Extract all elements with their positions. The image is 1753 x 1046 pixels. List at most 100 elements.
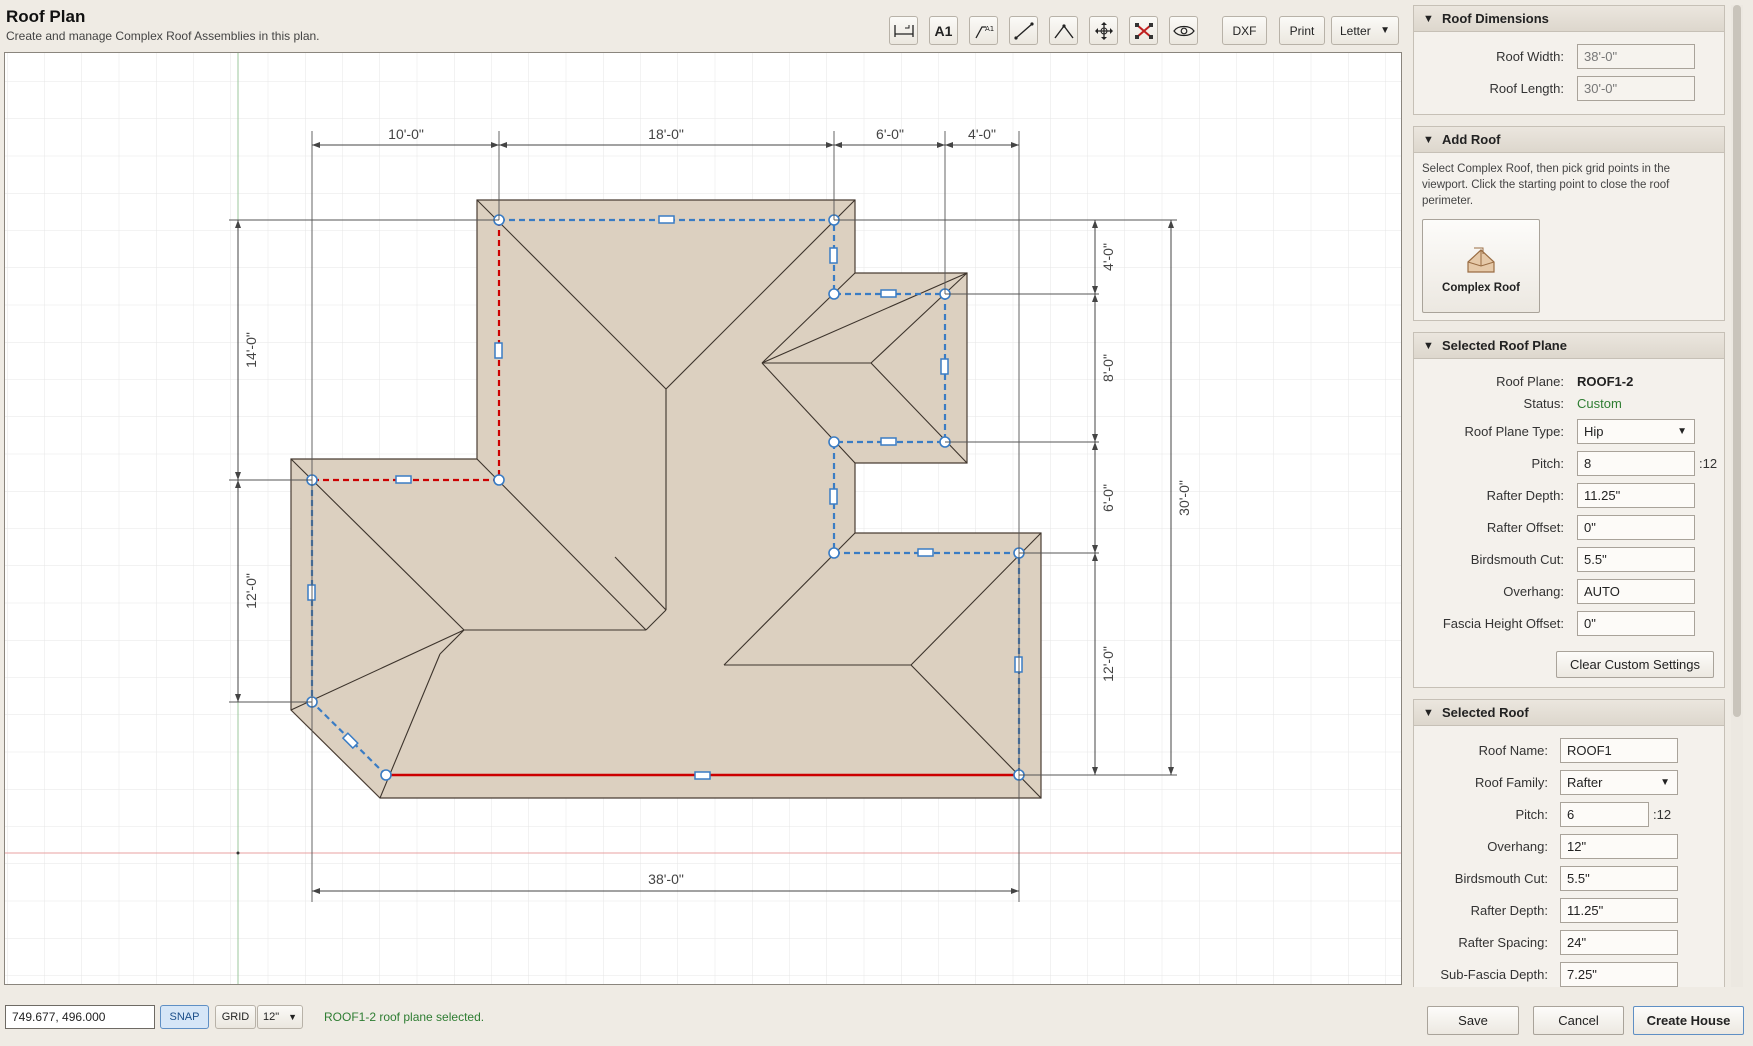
roof-length-row: Roof Length: 30'-0": [1414, 76, 1724, 102]
roof-name-row: Roof Name: ROOF1: [1414, 738, 1724, 764]
visibility-button[interactable]: [1169, 16, 1198, 45]
roof-name-field[interactable]: ROOF1: [1560, 738, 1678, 763]
snap-toggle[interactable]: SNAP: [160, 1005, 209, 1029]
roof-birdsmouth-field[interactable]: 5.5": [1560, 866, 1678, 891]
text-label-icon: A1: [934, 22, 953, 39]
plane-rafter-offset-field[interactable]: 0": [1577, 515, 1695, 540]
roof-birdsmouth-label: Birdsmouth Cut:: [1454, 871, 1548, 886]
status-label: Status:: [1523, 396, 1564, 411]
svg-text:A1: A1: [985, 25, 994, 33]
paper-size-select[interactable]: Letter ▼: [1331, 16, 1399, 45]
save-button[interactable]: Save: [1427, 1006, 1519, 1035]
complex-roof-icon: [1467, 247, 1495, 273]
roof-rafter-depth-field[interactable]: 11.25": [1560, 898, 1678, 923]
collapse-icon: ▼: [1423, 13, 1434, 25]
create-house-button[interactable]: Create House: [1633, 1006, 1744, 1035]
dim-bottom: 38'-0": [648, 871, 684, 887]
sidebar-scroll-thumb[interactable]: [1733, 5, 1741, 717]
roof-width-row: Roof Width: 38'-0": [1414, 44, 1724, 70]
dimension-tool-button[interactable]: [889, 16, 918, 45]
roof-pitch-suffix: :12: [1653, 807, 1672, 822]
roof-length-label: Roof Length:: [1489, 81, 1564, 96]
chevron-down-icon: ▼: [1660, 777, 1670, 788]
roof-length-field[interactable]: 30'-0": [1577, 76, 1695, 101]
plane-fascia-field[interactable]: 0": [1577, 611, 1695, 636]
delete-icon: [1134, 22, 1153, 39]
roof-pitch-field[interactable]: 6: [1560, 802, 1649, 827]
plane-pitch-row: Pitch: 8 :12: [1414, 451, 1724, 477]
plane-pitch-field[interactable]: 8: [1577, 451, 1695, 476]
add-roof-panel: ▼ Add Roof Select Complex Roof, then pick…: [1413, 126, 1725, 321]
sidebar: ▼ Roof Dimensions Roof Width: 38'-0" Roof…: [1413, 5, 1725, 987]
add-roof-instructions: Select Complex Roof, then pick grid poin…: [1422, 163, 1671, 207]
plane-type-select[interactable]: Hip ▼: [1577, 419, 1695, 444]
roof-rafter-spacing-field[interactable]: 24": [1560, 930, 1678, 955]
status-message: ROOF1-2 roof plane selected.: [324, 1010, 485, 1024]
grid-toggle[interactable]: GRID: [215, 1005, 256, 1029]
plane-type-row: Roof Plane Type: Hip ▼: [1414, 419, 1724, 445]
selected-plane-header[interactable]: ▼ Selected Roof Plane: [1414, 333, 1724, 359]
dim-right-2: 8'-0": [1100, 354, 1116, 382]
roof-plane-value: ROOF1-2: [1577, 374, 1634, 389]
plane-fascia-label: Fascia Height Offset:: [1442, 616, 1564, 631]
roof-width-field[interactable]: 38'-0": [1577, 44, 1695, 69]
roof-family-select[interactable]: Rafter ▼: [1560, 770, 1678, 795]
page-title: Roof Plan: [6, 7, 86, 26]
text-label-button[interactable]: A1: [929, 16, 958, 45]
roof-rafter-depth-row: Rafter Depth: 11.25": [1414, 898, 1724, 924]
sidebar-scrollbar[interactable]: [1731, 5, 1743, 987]
visibility-icon: [1172, 25, 1195, 36]
plane-birdsmouth-row: Birdsmouth Cut: 5.5": [1414, 547, 1724, 573]
delete-tool-button[interactable]: [1129, 16, 1158, 45]
roof-family-label: Roof Family:: [1475, 775, 1548, 790]
paper-size-value: Letter: [1340, 23, 1371, 38]
dim-left-2: 12'-0": [243, 573, 259, 609]
leader-tool-button[interactable]: A1: [969, 16, 998, 45]
roof-name-label: Roof Name:: [1478, 743, 1548, 758]
dxf-button[interactable]: DXF: [1222, 16, 1267, 45]
plane-fascia-row: Fascia Height Offset: 0": [1414, 611, 1724, 637]
plane-birdsmouth-field[interactable]: 5.5": [1577, 547, 1695, 572]
roof-rafter-depth-label: Rafter Depth:: [1470, 903, 1548, 918]
origin-point: [236, 851, 240, 855]
print-button[interactable]: Print: [1279, 16, 1325, 45]
line-tool-button[interactable]: [1009, 16, 1038, 45]
roof-family-row: Roof Family: Rafter ▼: [1414, 770, 1724, 796]
grid-size-select[interactable]: 12" ▼: [257, 1005, 303, 1029]
plane-rafter-depth-field[interactable]: 11.25": [1577, 483, 1695, 508]
roof-viewport[interactable]: 10'-0" 18'-0" 6'-0" 4'-0" 38'-0" 14'-0" …: [4, 52, 1402, 985]
roof-subfascia-field[interactable]: 7.25": [1560, 962, 1678, 987]
add-roof-header[interactable]: ▼ Add Roof: [1414, 127, 1724, 153]
selected-roof-header[interactable]: ▼ Selected Roof: [1414, 700, 1724, 726]
angle-tool-button[interactable]: [1049, 16, 1078, 45]
plane-overhang-field[interactable]: AUTO: [1577, 579, 1695, 604]
collapse-icon: ▼: [1423, 340, 1434, 352]
complex-roof-label: Complex Roof: [1442, 282, 1520, 294]
dim-top-1: 10'-0": [388, 126, 424, 142]
dim-top-4: 4'-0": [968, 126, 996, 142]
chevron-down-icon: ▼: [1380, 25, 1390, 36]
dim-top-2: 18'-0": [648, 126, 684, 142]
coordinate-readout[interactable]: 749.677, 496.000: [5, 1005, 155, 1029]
status-row: Status: Custom: [1414, 391, 1724, 417]
clear-custom-settings-button[interactable]: Clear Custom Settings: [1556, 651, 1714, 678]
complex-roof-button[interactable]: Complex Roof: [1422, 219, 1540, 313]
plane-rafter-offset-label: Rafter Offset:: [1486, 520, 1564, 535]
collapse-icon: ▼: [1423, 134, 1434, 146]
dim-left-1: 14'-0": [243, 332, 259, 368]
plane-overhang-row: Overhang: AUTO: [1414, 579, 1724, 605]
selected-roof-plane-panel: ▼ Selected Roof Plane Roof Plane: ROOF1-2…: [1413, 332, 1725, 688]
collapse-icon: ▼: [1423, 707, 1434, 719]
move-tool-button[interactable]: [1089, 16, 1118, 45]
dim-right-4: 12'-0": [1100, 646, 1116, 682]
plane-type-label: Roof Plane Type:: [1464, 424, 1565, 439]
cancel-button[interactable]: Cancel: [1533, 1006, 1624, 1035]
roof-plan-canvas[interactable]: 10'-0" 18'-0" 6'-0" 4'-0" 38'-0" 14'-0" …: [5, 53, 1402, 985]
roof-dimensions-header[interactable]: ▼ Roof Dimensions: [1414, 6, 1724, 32]
roof-overhang-field[interactable]: 12": [1560, 834, 1678, 859]
page-subtitle: Create and manage Complex Roof Assemblie…: [6, 29, 320, 43]
roof-subfascia-row: Sub-Fascia Depth: 7.25": [1414, 962, 1724, 987]
chevron-down-icon: ▼: [1677, 426, 1687, 437]
line-icon: [1013, 21, 1034, 40]
plane-birdsmouth-label: Birdsmouth Cut:: [1470, 552, 1564, 567]
